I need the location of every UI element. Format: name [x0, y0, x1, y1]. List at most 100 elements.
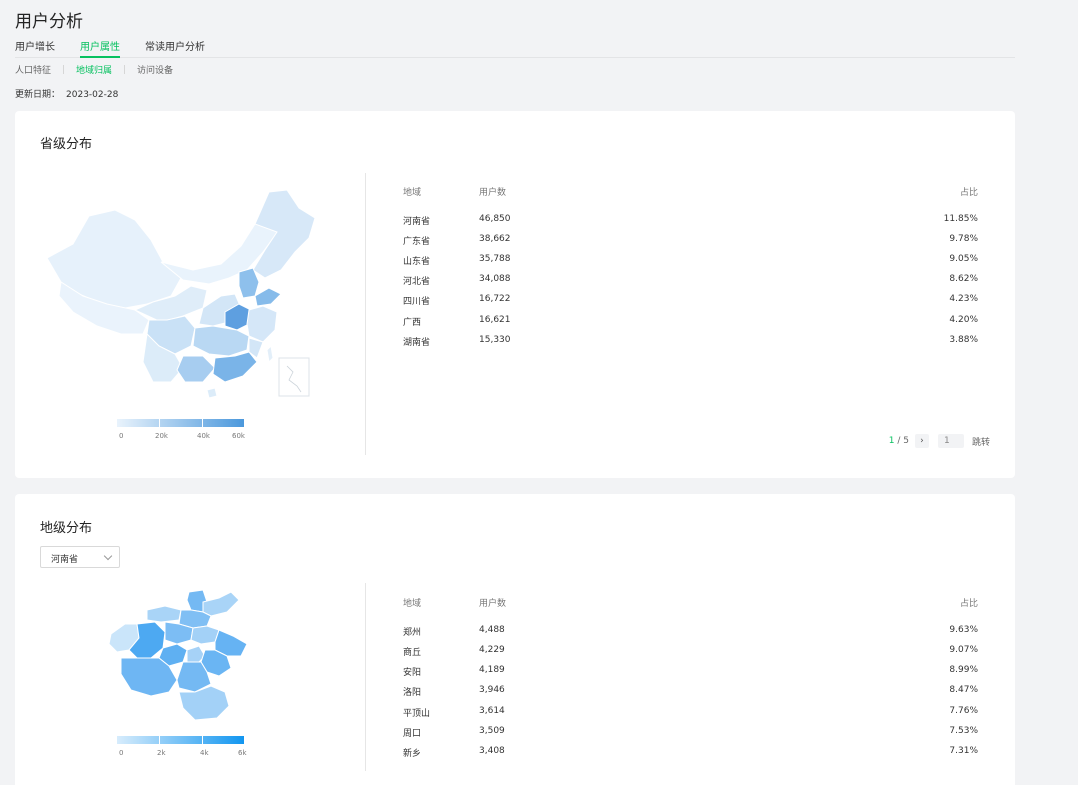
row-region: 四川省	[403, 297, 431, 307]
row-ratio: 8.47%	[949, 685, 978, 695]
city-title: 地级分布	[40, 521, 93, 536]
map-region-shandong[interactable]	[254, 287, 282, 307]
row-users: 35,788	[479, 254, 511, 264]
row-users: 16,722	[479, 294, 511, 304]
page-separator: /	[894, 436, 904, 446]
table-row: 广东省 38,662 9.78%	[403, 234, 978, 248]
table-row: 河南省 46,850 11.85%	[403, 214, 978, 228]
table-row: 郑州 4,488 9.63%	[403, 625, 978, 639]
map-city-jiaozuo[interactable]	[146, 605, 182, 623]
subtab-demographics[interactable]: 人口特征	[15, 63, 51, 76]
province-legend-bar	[117, 419, 244, 427]
col-header-ratio: 占比	[959, 599, 978, 609]
legend-tick	[159, 419, 160, 427]
page-total: 5	[903, 436, 909, 446]
row-ratio: 8.62%	[949, 274, 978, 284]
row-ratio: 11.85%	[943, 214, 978, 224]
row-ratio: 9.07%	[949, 645, 978, 655]
update-label: 更新日期：	[15, 90, 61, 100]
map-city-xinyang[interactable]	[178, 685, 230, 721]
province-legend-labels: 0 20k 40k 60k	[117, 432, 257, 442]
province-select-value: 河南省	[51, 555, 79, 565]
row-users: 3,408	[479, 746, 505, 756]
table-row: 广西 16,621 4.20%	[403, 315, 978, 329]
card-divider	[365, 173, 366, 455]
subtab-divider	[124, 65, 126, 74]
update-date: 更新日期： 2023-02-28	[15, 87, 118, 100]
row-region: 河北省	[403, 277, 431, 287]
table-row: 新乡 3,408 7.31%	[403, 746, 978, 760]
subtab-region[interactable]: 地域归属	[76, 63, 112, 76]
map-region-taiwan[interactable]	[266, 344, 274, 364]
row-users: 3,946	[479, 685, 505, 695]
page-jump-input[interactable]: 1	[937, 434, 964, 448]
map-region-guangxi[interactable]	[176, 355, 216, 383]
city-legend-labels: 0 2k 4k 6k	[117, 749, 257, 759]
legend-label: 40k	[197, 432, 210, 440]
legend-tick	[159, 736, 160, 744]
map-region-east[interactable]	[246, 305, 278, 343]
tab-frequent-readers[interactable]: 常读用户分析	[145, 38, 205, 58]
row-users: 4,189	[479, 665, 505, 675]
row-region: 平顶山	[403, 709, 431, 719]
city-card: 地级分布 河南省 0 2k 4k 6k 地域 用户数 占比 郑州 4,488 9…	[15, 494, 1015, 785]
south-sea-islands	[286, 365, 302, 393]
south-sea-inset	[278, 357, 310, 397]
city-legend-bar	[117, 736, 244, 744]
table-row: 周口 3,509 7.53%	[403, 726, 978, 740]
table-row: 洛阳 3,946 8.47%	[403, 685, 978, 699]
row-ratio: 4.20%	[949, 315, 978, 325]
col-header-ratio: 占比	[959, 188, 978, 198]
table-row: 商丘 4,229 9.07%	[403, 645, 978, 659]
map-region-hainan[interactable]	[206, 387, 218, 399]
col-header-users: 用户数	[479, 599, 507, 609]
row-users: 3,509	[479, 726, 505, 736]
map-region-guangdong[interactable]	[212, 351, 258, 383]
row-region: 周口	[403, 729, 422, 739]
legend-label: 6k	[238, 749, 247, 757]
row-ratio: 9.05%	[949, 254, 978, 264]
tab-user-growth[interactable]: 用户增长	[15, 38, 55, 58]
table-row: 山东省 35,788 9.05%	[403, 254, 978, 268]
row-region: 洛阳	[403, 688, 422, 698]
row-ratio: 9.63%	[949, 625, 978, 635]
row-region: 山东省	[403, 257, 431, 267]
table-row: 四川省 16,722 4.23%	[403, 294, 978, 308]
table-row: 安阳 4,189 8.99%	[403, 665, 978, 679]
row-region: 商丘	[403, 648, 422, 658]
province-pagination: 1 / 5 › 1 跳转	[889, 434, 990, 448]
row-users: 46,850	[479, 214, 511, 224]
legend-label: 0	[119, 749, 124, 757]
row-ratio: 4.23%	[949, 294, 978, 304]
row-region: 安阳	[403, 668, 422, 678]
province-select[interactable]: 河南省	[40, 546, 120, 568]
legend-label: 60k	[232, 432, 245, 440]
sub-tabs: 人口特征 地域归属 访问设备	[15, 63, 173, 76]
row-region: 广西	[403, 318, 422, 328]
legend-label: 20k	[155, 432, 168, 440]
legend-label: 2k	[157, 749, 166, 757]
col-header-region: 地域	[403, 188, 422, 198]
row-users: 16,621	[479, 315, 511, 325]
table-row: 湖南省 15,330 3.88%	[403, 335, 978, 349]
page-title: 用户分析	[15, 12, 83, 32]
row-users: 4,488	[479, 625, 505, 635]
map-region-hunan-jiangxi[interactable]	[192, 325, 250, 357]
subtab-divider	[63, 65, 65, 74]
row-users: 34,088	[479, 274, 511, 284]
map-city-hebi-puyang[interactable]	[202, 591, 240, 617]
row-region: 湖南省	[403, 338, 431, 348]
row-region: 新乡	[403, 749, 422, 759]
jump-button[interactable]: 跳转	[972, 435, 990, 448]
card-divider	[365, 583, 366, 771]
subtab-devices[interactable]: 访问设备	[137, 63, 173, 76]
tab-user-attributes[interactable]: 用户属性	[80, 38, 120, 58]
next-page-button[interactable]: ›	[914, 434, 929, 448]
china-map	[46, 189, 316, 399]
legend-tick	[202, 736, 203, 744]
row-ratio: 7.53%	[949, 726, 978, 736]
col-header-region: 地域	[403, 599, 422, 609]
table-row: 河北省 34,088 8.62%	[403, 274, 978, 288]
row-users: 15,330	[479, 335, 511, 345]
update-value: 2023-02-28	[66, 90, 119, 100]
